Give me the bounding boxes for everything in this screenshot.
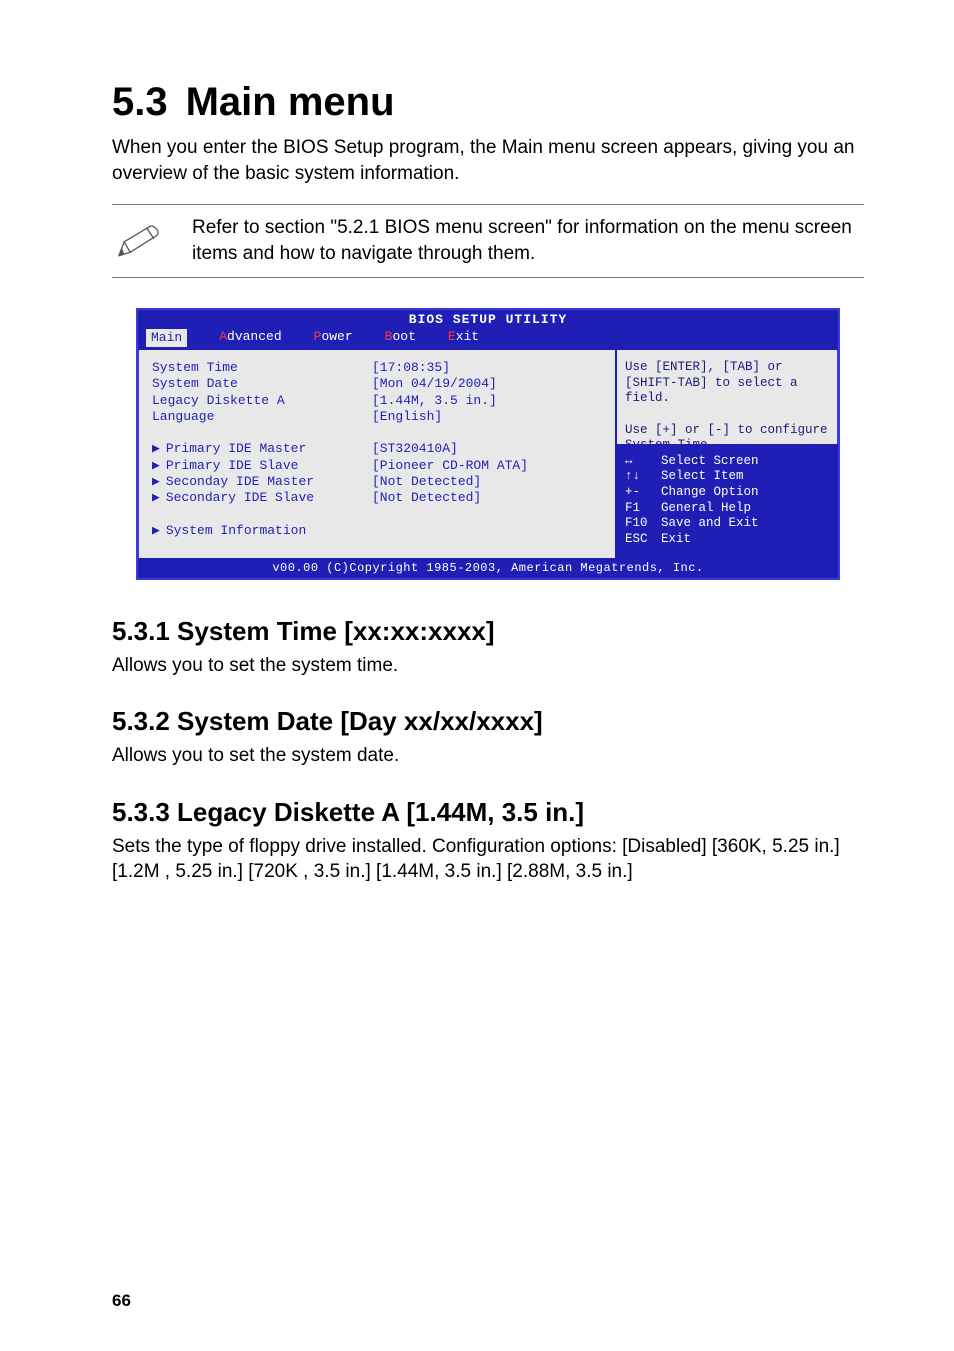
submenu-icon: ▶: [152, 458, 160, 473]
note-text: Refer to section "5.2.1 BIOS menu screen…: [192, 215, 864, 266]
bios-setting-value: [ST320410A]: [372, 441, 458, 457]
bios-setting-row: System Time[17:08:35]: [152, 360, 601, 376]
bios-key-row: ↔Select Screen: [625, 454, 830, 470]
bios-key-row: ↑↓Select Item: [625, 469, 830, 485]
bios-menu-item: Power: [314, 329, 353, 347]
submenu-icon: ▶: [152, 474, 160, 489]
bios-help-text: Use [ENTER], [TAB] or [SHIFT-TAB] to sel…: [625, 360, 830, 454]
bios-key-legend: ↔Select Screen↑↓Select Item+-Change Opti…: [617, 444, 838, 558]
bios-setting-value: [Mon 04/19/2004]: [372, 376, 497, 392]
subsection-body: Sets the type of floppy drive installed.…: [112, 834, 864, 885]
section-heading: 5.3 Main menu: [112, 80, 864, 125]
bios-setting-value: [1.44M, 3.5 in.]: [372, 393, 497, 409]
bios-key-desc: Select Item: [661, 469, 744, 483]
bios-menu-item: Advanced: [219, 329, 281, 347]
bios-setting-value: [Not Detected]: [372, 474, 481, 490]
bios-setting-label: ▶Secondary IDE Slave: [152, 490, 372, 506]
bios-setting-value: [Not Detected]: [372, 490, 481, 506]
bios-setting-label: Legacy Diskette A: [152, 393, 372, 409]
bios-setting-row: ▶Secondary IDE Slave[Not Detected]: [152, 490, 601, 506]
bios-setting-value: [English]: [372, 409, 442, 425]
bios-setting-value: [Pioneer CD-ROM ATA]: [372, 458, 528, 474]
subsection-body: Allows you to set the system time.: [112, 653, 864, 679]
pencil-icon: [112, 219, 164, 263]
bios-menu-item: Main: [146, 329, 187, 347]
bios-key: F10: [625, 516, 661, 532]
bios-help-panel: Use [ENTER], [TAB] or [SHIFT-TAB] to sel…: [617, 350, 838, 558]
subsection-heading: 5.3.2 System Date [Day xx/xx/xxxx]: [112, 706, 864, 737]
bios-setting-row: ▶System Information: [152, 523, 601, 539]
bios-key: ↔: [625, 454, 661, 470]
bios-setting-label: ▶Primary IDE Slave: [152, 458, 372, 474]
bios-setting-row: Language[English]: [152, 409, 601, 425]
bios-menu-item: Exit: [448, 329, 479, 347]
bios-key-row: +-Change Option: [625, 485, 830, 501]
subsection-heading: 5.3.1 System Time [xx:xx:xxxx]: [112, 616, 864, 647]
subsection-body: Allows you to set the system date.: [112, 743, 864, 769]
intro-paragraph: When you enter the BIOS Setup program, t…: [112, 135, 864, 186]
bios-setting-label: System Time: [152, 360, 372, 376]
bios-key-desc: Exit: [661, 532, 691, 546]
bios-key: +-: [625, 485, 661, 501]
bios-setting-row: ▶Seconday IDE Master[Not Detected]: [152, 474, 601, 490]
bios-setting-row: [152, 425, 601, 441]
bios-footer: v00.00 (C)Copyright 1985-2003, American …: [138, 558, 838, 578]
bios-setting-label: Language: [152, 409, 372, 425]
document-page: 5.3 Main menu When you enter the BIOS Set…: [0, 0, 954, 1351]
page-number: 66: [112, 1291, 131, 1311]
bios-menu-bar: Main Advanced Power Boot Exit: [138, 328, 838, 350]
bios-setting-label: ▶Primary IDE Master: [152, 441, 372, 457]
note-block: Refer to section "5.2.1 BIOS menu screen…: [112, 204, 864, 277]
bios-body: System Time[17:08:35]System Date[Mon 04/…: [138, 350, 838, 558]
bios-setting-row: System Date[Mon 04/19/2004]: [152, 376, 601, 392]
bios-setting-label: System Date: [152, 376, 372, 392]
bios-key: ESC: [625, 532, 661, 548]
bios-key-desc: Save and Exit: [661, 516, 759, 530]
bios-key-desc: Change Option: [661, 485, 759, 499]
bios-key-row: F10Save and Exit: [625, 516, 830, 532]
bios-setting-row: ▶Primary IDE Master[ST320410A]: [152, 441, 601, 457]
submenu-icon: ▶: [152, 490, 160, 505]
bios-screenshot: BIOS SETUP UTILITY Main Advanced Power Boot…: [136, 308, 840, 580]
submenu-icon: ▶: [152, 523, 160, 538]
subsection-heading: 5.3.3 Legacy Diskette A [1.44M, 3.5 in.]: [112, 797, 864, 828]
bios-key-desc: General Help: [661, 501, 751, 515]
submenu-icon: ▶: [152, 441, 160, 456]
bios-title: BIOS SETUP UTILITY: [138, 310, 838, 328]
bios-key-desc: Select Screen: [661, 454, 759, 468]
section-title-text: Main menu: [186, 80, 395, 124]
bios-key-row: F1General Help: [625, 501, 830, 517]
bios-setting-row: Legacy Diskette A[1.44M, 3.5 in.]: [152, 393, 601, 409]
bios-setting-value: [17:08:35]: [372, 360, 450, 376]
section-number: 5.3: [112, 80, 168, 124]
bios-key: ↑↓: [625, 469, 661, 485]
bios-setting-row: ▶Primary IDE Slave[Pioneer CD-ROM ATA]: [152, 458, 601, 474]
bios-setting-label: ▶Seconday IDE Master: [152, 474, 372, 490]
bios-main-panel: System Time[17:08:35]System Date[Mon 04/…: [138, 350, 617, 558]
bios-key-row: ESCExit: [625, 532, 830, 548]
bios-key: F1: [625, 501, 661, 517]
bios-setting-row: [152, 506, 601, 522]
bios-setting-label: ▶System Information: [152, 523, 372, 539]
bios-menu-item: Boot: [385, 329, 416, 347]
